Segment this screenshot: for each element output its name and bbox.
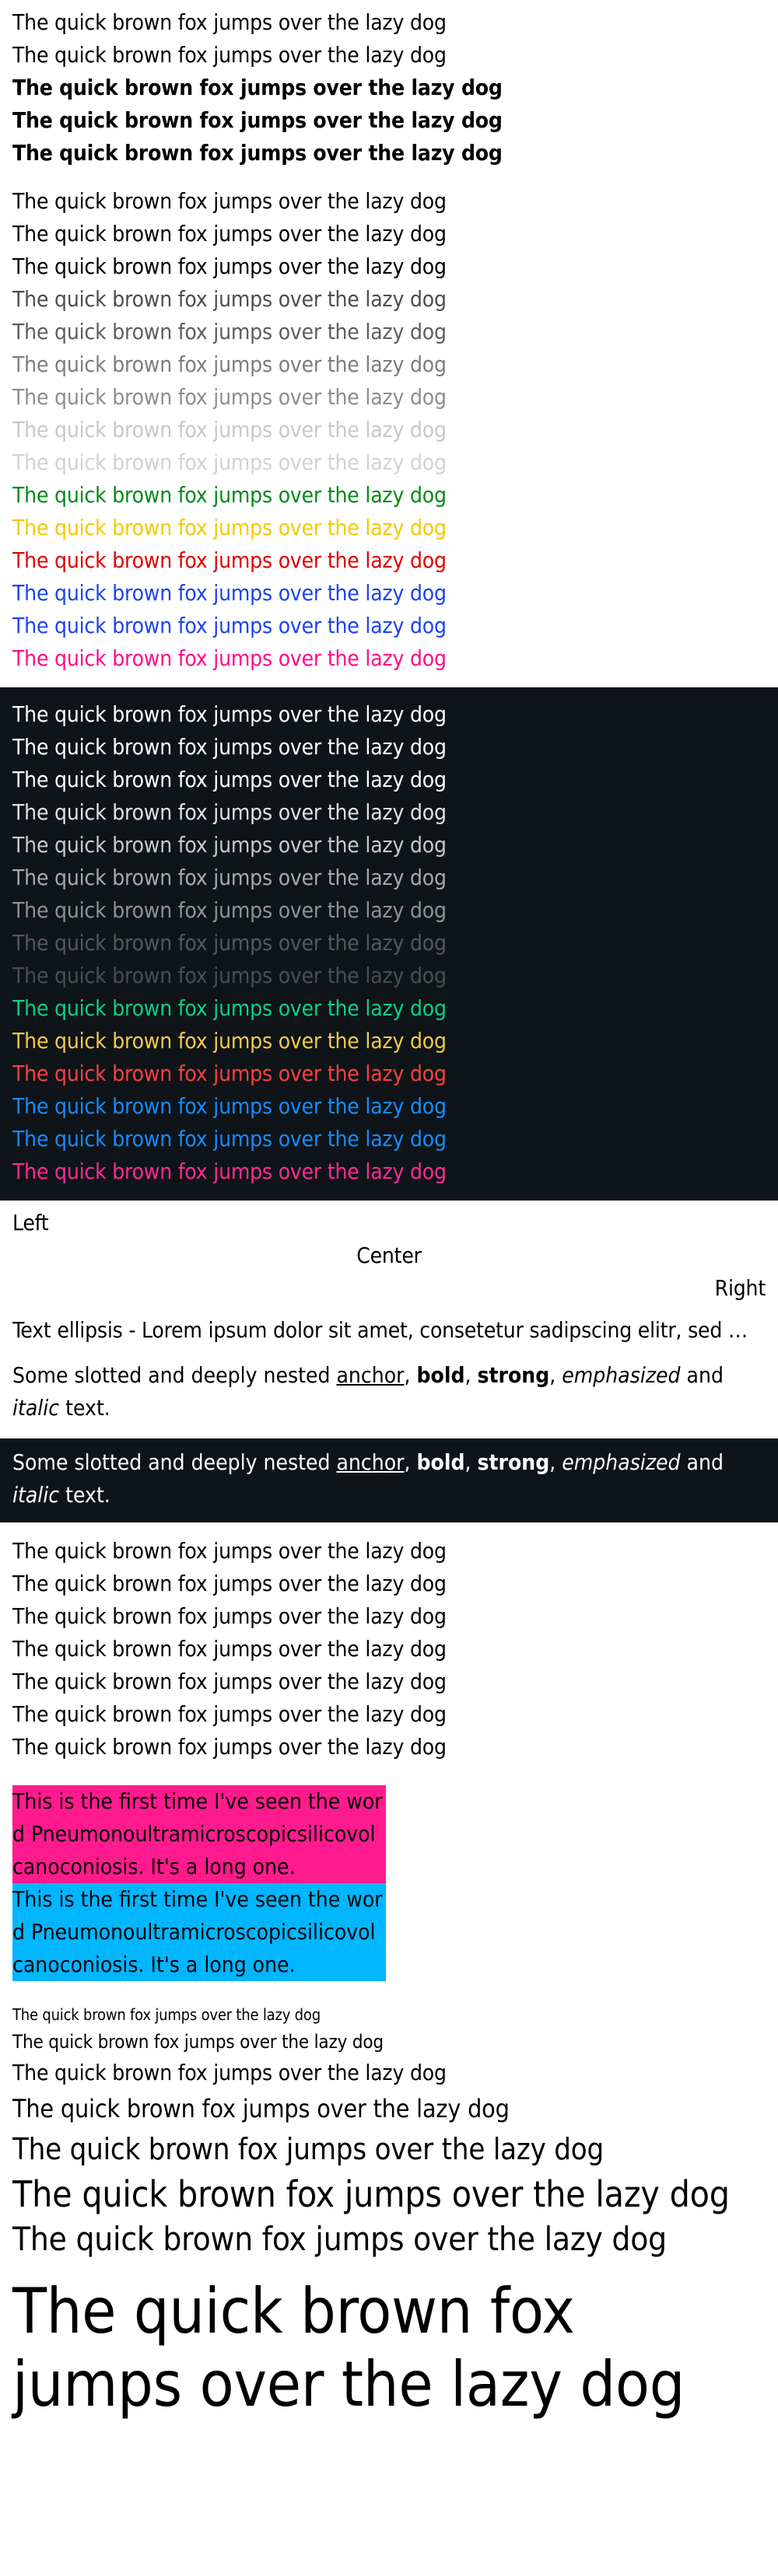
- repeated-line: The quick brown fox jumps over the lazy …: [12, 1571, 447, 1596]
- strong-text: strong: [477, 1362, 550, 1388]
- size-sample: The quick brown fox jumps over the lazy …: [12, 2275, 685, 2420]
- rich-separator: ,: [464, 1449, 478, 1475]
- size-sample: The quick brown fox jumps over the lazy …: [12, 2060, 447, 2085]
- nested-markup-text-dark: Some slotted and deeply nested anchor, b…: [0, 1438, 778, 1522]
- color-sample: The quick brown fox jumps over the lazy …: [12, 547, 447, 573]
- rich-separator: ,: [549, 1362, 562, 1388]
- rich-separator: ,: [464, 1362, 478, 1388]
- size-sample: The quick brown fox jumps over the lazy …: [12, 2220, 667, 2258]
- repeated-line: The quick brown fox jumps over the lazy …: [12, 1538, 447, 1564]
- weight-sample: The quick brown fox jumps over the lazy …: [12, 75, 503, 100]
- color-sample: The quick brown fox jumps over the lazy …: [12, 645, 447, 671]
- color-samples-dark-theme: The quick brown fox jumps over the lazy …: [0, 687, 778, 1201]
- repeated-line: The quick brown fox jumps over the lazy …: [12, 1669, 447, 1694]
- bold-text: bold: [416, 1449, 465, 1475]
- color-sample: The quick brown fox jumps over the lazy …: [12, 384, 447, 410]
- rich-separator: ,: [404, 1449, 417, 1475]
- color-sample: The quick brown fox jumps over the lazy …: [12, 482, 447, 508]
- nested-markup-text-light: Some slotted and deeply nested anchor, b…: [0, 1353, 778, 1432]
- rich-suffix: text.: [59, 1395, 110, 1421]
- color-sample: The quick brown fox jumps over the lazy …: [12, 319, 447, 344]
- word-break-box-pink: This is the first time I've seen the wor…: [12, 1785, 386, 1883]
- color-samples-light-theme: The quick brown fox jumps over the lazy …: [0, 170, 778, 680]
- color-sample: The quick brown fox jumps over the lazy …: [12, 1126, 447, 1152]
- emphasized-text: emphasized: [562, 1362, 681, 1388]
- rich-prefix: Some slotted and deeply nested: [12, 1362, 337, 1388]
- ellipsis-text: Text ellipsis - Lorem ipsum dolor sit am…: [12, 1317, 759, 1343]
- color-sample: The quick brown fox jumps over the lazy …: [12, 995, 447, 1021]
- color-sample: The quick brown fox jumps over the lazy …: [12, 417, 447, 442]
- color-sample: The quick brown fox jumps over the lazy …: [12, 1093, 447, 1119]
- align-left-text: Left: [12, 1210, 49, 1236]
- strong-text: strong: [477, 1449, 550, 1475]
- repeated-line: The quick brown fox jumps over the lazy …: [12, 1603, 447, 1629]
- color-sample: The quick brown fox jumps over the lazy …: [12, 963, 447, 988]
- rich-separator: ,: [549, 1449, 562, 1475]
- color-sample: The quick brown fox jumps over the lazy …: [12, 930, 447, 956]
- size-sample: The quick brown fox jumps over the lazy …: [12, 2132, 605, 2166]
- repeated-text-samples: The quick brown fox jumps over the lazy …: [0, 1522, 778, 1763]
- rich-prefix: Some slotted and deeply nested: [12, 1449, 337, 1475]
- anchor-link[interactable]: anchor: [337, 1362, 405, 1388]
- color-sample: The quick brown fox jumps over the lazy …: [12, 449, 447, 475]
- weight-sample: The quick brown fox jumps over the lazy …: [12, 140, 503, 166]
- color-sample: The quick brown fox jumps over the lazy …: [12, 1159, 447, 1184]
- color-sample: The quick brown fox jumps over the lazy …: [12, 767, 447, 792]
- size-sample: The quick brown fox jumps over the lazy …: [12, 2173, 730, 2215]
- color-sample: The quick brown fox jumps over the lazy …: [12, 897, 447, 923]
- rich-separator: and: [680, 1449, 724, 1475]
- rich-separator: and: [680, 1362, 724, 1388]
- word-break-samples: This is the first time I've seen the wor…: [0, 1763, 778, 1981]
- size-sample: The quick brown fox jumps over the lazy …: [12, 2031, 384, 2053]
- color-sample: The quick brown fox jumps over the lazy …: [12, 221, 447, 246]
- repeated-line: The quick brown fox jumps over the lazy …: [12, 1701, 447, 1727]
- align-right-text: Right: [714, 1275, 766, 1301]
- color-sample: The quick brown fox jumps over the lazy …: [12, 188, 447, 214]
- color-sample: The quick brown fox jumps over the lazy …: [12, 865, 447, 890]
- font-weight-samples: The quick brown fox jumps over the lazy …: [0, 0, 778, 170]
- color-sample: The quick brown fox jumps over the lazy …: [12, 1061, 447, 1086]
- text-alignment-samples: Left Center Right: [0, 1201, 778, 1305]
- weight-sample: The quick brown fox jumps over the lazy …: [12, 9, 447, 35]
- italic-text: italic: [12, 1482, 60, 1508]
- font-size-samples: The quick brown fox jumps over the lazy …: [0, 1981, 778, 2421]
- size-sample: The quick brown fox jumps over the lazy …: [12, 2094, 510, 2123]
- color-sample: The quick brown fox jumps over the lazy …: [12, 832, 447, 858]
- color-sample: The quick brown fox jumps over the lazy …: [12, 613, 447, 638]
- color-sample: The quick brown fox jumps over the lazy …: [12, 351, 447, 377]
- word-break-box-blue: This is the first time I've seen the wor…: [12, 1883, 386, 1981]
- bold-text: bold: [416, 1362, 465, 1388]
- size-sample: The quick brown fox jumps over the lazy …: [12, 2005, 321, 2024]
- align-center-text: Center: [356, 1243, 422, 1268]
- color-sample: The quick brown fox jumps over the lazy …: [12, 580, 447, 606]
- weight-sample: The quick brown fox jumps over the lazy …: [12, 107, 503, 133]
- weight-sample: The quick brown fox jumps over the lazy …: [12, 42, 447, 68]
- rich-separator: ,: [404, 1362, 417, 1388]
- color-sample: The quick brown fox jumps over the lazy …: [12, 515, 447, 540]
- anchor-link[interactable]: anchor: [337, 1449, 405, 1475]
- repeated-line: The quick brown fox jumps over the lazy …: [12, 1636, 447, 1662]
- color-sample: The quick brown fox jumps over the lazy …: [12, 701, 447, 727]
- text-ellipsis-sample: Text ellipsis - Lorem ipsum dolor sit am…: [0, 1305, 778, 1347]
- color-sample: The quick brown fox jumps over the lazy …: [12, 286, 447, 312]
- color-sample: The quick brown fox jumps over the lazy …: [12, 253, 447, 279]
- repeated-line: The quick brown fox jumps over the lazy …: [12, 1734, 447, 1760]
- color-sample: The quick brown fox jumps over the lazy …: [12, 799, 447, 825]
- emphasized-text: emphasized: [562, 1449, 681, 1475]
- rich-suffix: text.: [59, 1482, 110, 1508]
- color-sample: The quick brown fox jumps over the lazy …: [12, 1028, 447, 1054]
- color-sample: The quick brown fox jumps over the lazy …: [12, 734, 447, 760]
- italic-text: italic: [12, 1395, 60, 1421]
